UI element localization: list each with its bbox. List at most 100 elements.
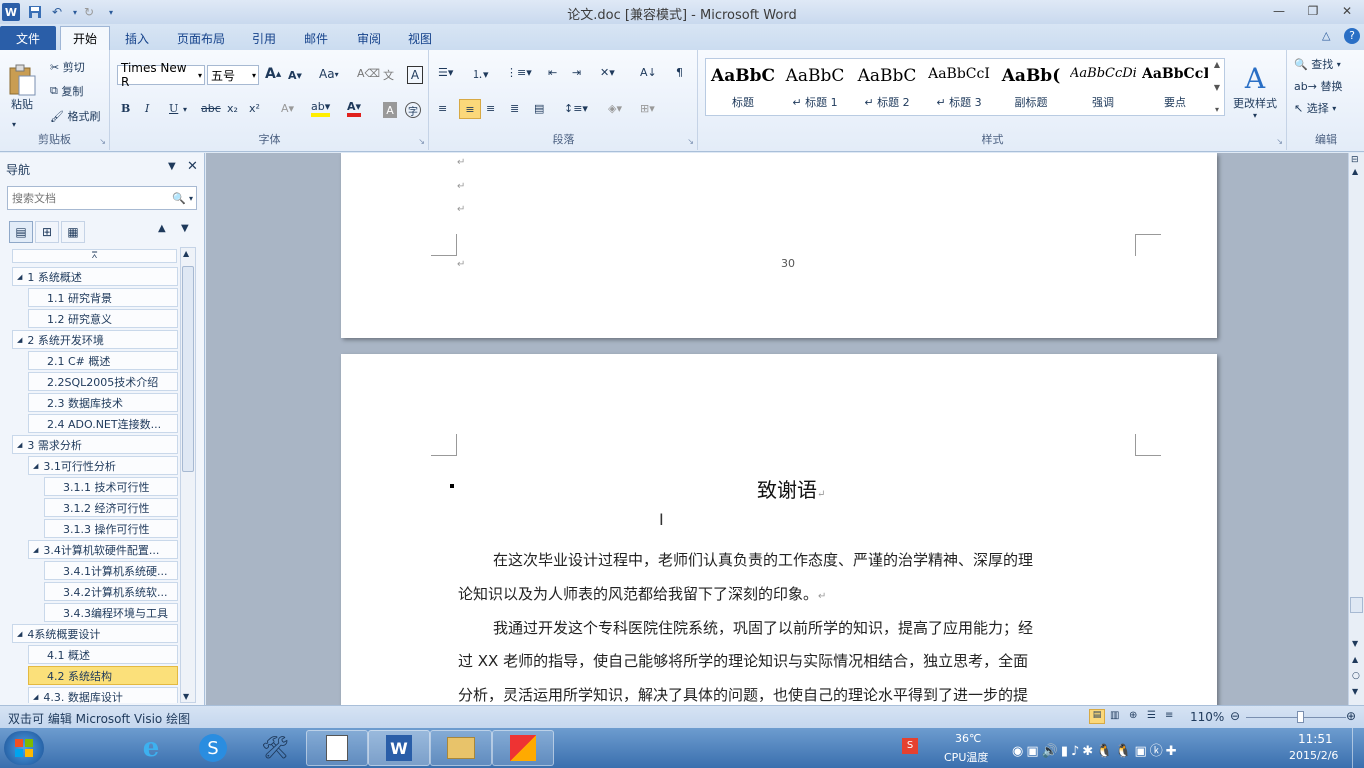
subscript-icon[interactable]: x₂ bbox=[227, 102, 238, 115]
document-scrollbar[interactable]: ⊟ ▲ ▼ ▲ ○ ▼ bbox=[1348, 153, 1364, 705]
align-left-icon[interactable]: ≡ bbox=[438, 102, 447, 115]
taskbar-document[interactable] bbox=[306, 730, 368, 766]
style-item[interactable]: AaBbC 标题 bbox=[707, 60, 779, 112]
nav-heading-item[interactable]: 2.2SQL2005技术介绍 bbox=[28, 372, 178, 391]
decrease-indent-icon[interactable]: ⇤ bbox=[548, 66, 557, 79]
expand-triangle-icon[interactable]: ◢ bbox=[17, 441, 22, 449]
nav-close-icon[interactable]: ✕ bbox=[187, 159, 198, 174]
expand-triangle-icon[interactable]: ◢ bbox=[33, 546, 38, 554]
expand-triangle-icon[interactable]: ◢ bbox=[17, 630, 22, 638]
distributed-icon[interactable]: ▤ bbox=[534, 102, 544, 115]
taskbar-word[interactable]: W bbox=[368, 730, 430, 766]
clipboard-launcher-icon[interactable]: ↘ bbox=[99, 137, 106, 146]
page-31[interactable]: 致谢语↵ I 在这次毕业设计过程中，老师们认真负责的工作态度、严谨的治学精神、深… bbox=[341, 354, 1217, 705]
tab-file[interactable]: 文件 bbox=[0, 26, 56, 50]
close-icon[interactable]: ✕ bbox=[1334, 2, 1360, 20]
format-painter-button[interactable]: 🖌 格式刷 bbox=[50, 107, 100, 125]
zoom-level[interactable]: 110% bbox=[1190, 710, 1224, 724]
style-item[interactable]: AaBbC ↵ 标题 2 bbox=[851, 60, 923, 112]
font-name-combo[interactable]: Times New R ▾ bbox=[117, 61, 205, 89]
taskbar-app[interactable] bbox=[492, 730, 554, 766]
chinese-layout-icon[interactable]: ✕▾ bbox=[600, 66, 615, 79]
nav-heading-item[interactable]: 3.1.2 经济可行性 bbox=[44, 498, 178, 517]
paste-button[interactable]: 粘贴 bbox=[4, 56, 40, 120]
show-marks-icon[interactable]: ¶ bbox=[676, 66, 683, 79]
nav-results-tab[interactable]: ▦ bbox=[61, 221, 85, 243]
nav-pages-tab[interactable]: ⊞ bbox=[35, 221, 59, 243]
line-spacing-icon[interactable]: ↕≡▾ bbox=[564, 102, 588, 115]
draft-view-icon[interactable]: ≡ bbox=[1165, 710, 1173, 721]
bold-icon[interactable]: B bbox=[121, 102, 130, 115]
minimize-icon[interactable]: — bbox=[1266, 2, 1292, 20]
scroll-down-icon[interactable]: ▼ bbox=[1352, 639, 1358, 648]
styles-more-icon[interactable]: ▾ bbox=[1215, 105, 1219, 114]
highlight-icon[interactable]: ab▾ bbox=[311, 100, 331, 117]
nav-scroll-up-icon[interactable]: ▲ bbox=[183, 249, 189, 258]
nav-search-box[interactable]: 🔍 ▾ bbox=[7, 186, 197, 210]
style-item[interactable]: AaBbCcDi 强调 bbox=[1067, 60, 1139, 112]
nav-heading-item[interactable]: 2.3 数据库技术 bbox=[28, 393, 178, 412]
nav-search-dropdown-icon[interactable]: ▾ bbox=[186, 194, 196, 203]
sogou-tray-icon[interactable]: S bbox=[902, 738, 918, 754]
nav-heading-item[interactable]: ◢ 2 系统开发环境 bbox=[12, 330, 178, 349]
shrink-font-button[interactable]: A ▼ bbox=[288, 69, 302, 82]
nav-heading-item[interactable]: 3.4.1计算机系统硬... bbox=[44, 561, 178, 580]
styles-launcher-icon[interactable]: ↘ bbox=[1276, 137, 1283, 146]
nav-heading-item[interactable]: 1.1 研究背景 bbox=[28, 288, 178, 307]
styles-scroll[interactable]: ▲ ▼ ▾ bbox=[1210, 60, 1224, 114]
nav-search-icon[interactable]: 🔍 bbox=[172, 192, 186, 205]
nav-heading-item[interactable]: ◢ 4系统概要设计 bbox=[12, 624, 178, 643]
next-page-icon[interactable]: ▼ bbox=[1352, 687, 1358, 696]
style-item[interactable]: AaBb(副标题 bbox=[995, 60, 1067, 112]
taskbar-ie[interactable]: e bbox=[120, 730, 182, 766]
borders-icon[interactable]: ⊞▾ bbox=[640, 102, 655, 115]
tab-home[interactable]: 开始 bbox=[60, 26, 110, 50]
taskbar-sogou[interactable]: S bbox=[182, 730, 244, 766]
character-shading-icon[interactable]: A bbox=[383, 102, 397, 118]
superscript-icon[interactable]: x² bbox=[249, 102, 260, 115]
ribbon-collapse-icon[interactable]: △ bbox=[1322, 29, 1330, 42]
nav-heading-item[interactable]: ◢ 1 系统概述 bbox=[12, 267, 178, 286]
help-icon[interactable]: ? bbox=[1344, 28, 1360, 44]
web-layout-icon[interactable]: ⊕ bbox=[1129, 710, 1137, 721]
nav-heading-item[interactable]: 2.1 C# 概述 bbox=[28, 351, 178, 370]
full-screen-reading-icon[interactable]: ▥ bbox=[1110, 710, 1119, 721]
taskbar-tools[interactable]: 🛠 bbox=[244, 730, 306, 766]
styles-down-icon[interactable]: ▼ bbox=[1214, 83, 1220, 92]
character-border-icon[interactable]: A bbox=[407, 66, 423, 84]
enclose-characters-icon[interactable]: 字 bbox=[405, 102, 421, 118]
expand-triangle-icon[interactable]: ◢ bbox=[33, 693, 38, 701]
nav-next-icon[interactable]: ▼ bbox=[181, 223, 189, 234]
styles-up-icon[interactable]: ▲ bbox=[1214, 60, 1220, 69]
replace-button[interactable]: ab→ 替换 bbox=[1294, 78, 1342, 94]
font-launcher-icon[interactable]: ↘ bbox=[418, 137, 425, 146]
text-effects-icon[interactable]: A▾ bbox=[281, 102, 294, 115]
nav-heading-item[interactable]: 3.4.2计算机系统软... bbox=[44, 582, 178, 601]
font-color-icon[interactable]: A▾ bbox=[347, 100, 362, 117]
nav-heading-item[interactable]: 4.2 系统结构 bbox=[28, 666, 178, 685]
style-item[interactable]: AaBbC ↵ 标题 1 bbox=[779, 60, 851, 112]
tab-mailings[interactable]: 邮件 bbox=[292, 26, 340, 50]
expand-triangle-icon[interactable]: ◢ bbox=[17, 336, 22, 344]
nav-search-input[interactable] bbox=[8, 191, 158, 205]
tab-page-layout[interactable]: 页面布局 bbox=[165, 26, 237, 50]
tab-view[interactable]: 视图 bbox=[396, 26, 444, 50]
italic-icon[interactable]: I bbox=[145, 102, 149, 115]
style-item[interactable]: AaBbCcD 要点 bbox=[1139, 60, 1211, 112]
nav-collapse-all-icon[interactable]: ⩞ bbox=[12, 249, 177, 263]
nav-heading-item[interactable]: 2.4 ADO.NET连接数... bbox=[28, 414, 178, 433]
change-styles-button[interactable]: A 更改样式 ▾ bbox=[1227, 56, 1283, 126]
underline-icon[interactable]: U bbox=[169, 102, 178, 115]
multilevel-list-icon[interactable]: ⋮≡▾ bbox=[506, 66, 532, 79]
tab-insert[interactable]: 插入 bbox=[113, 26, 161, 50]
scroll-thumb[interactable] bbox=[1350, 597, 1363, 613]
paragraph-launcher-icon[interactable]: ↘ bbox=[687, 137, 694, 146]
browse-object-icon[interactable]: ○ bbox=[1352, 671, 1360, 681]
increase-indent-icon[interactable]: ⇥ bbox=[572, 66, 581, 79]
align-center-icon[interactable]: ≡ bbox=[459, 99, 481, 119]
show-desktop-button[interactable] bbox=[1352, 728, 1364, 768]
scroll-up-icon[interactable]: ▲ bbox=[1352, 167, 1358, 176]
print-layout-view-icon[interactable]: ▤ bbox=[1089, 709, 1105, 724]
find-button[interactable]: 🔍 查找 ▾ bbox=[1294, 56, 1341, 72]
nav-menu-icon[interactable]: ▼ bbox=[168, 161, 176, 172]
